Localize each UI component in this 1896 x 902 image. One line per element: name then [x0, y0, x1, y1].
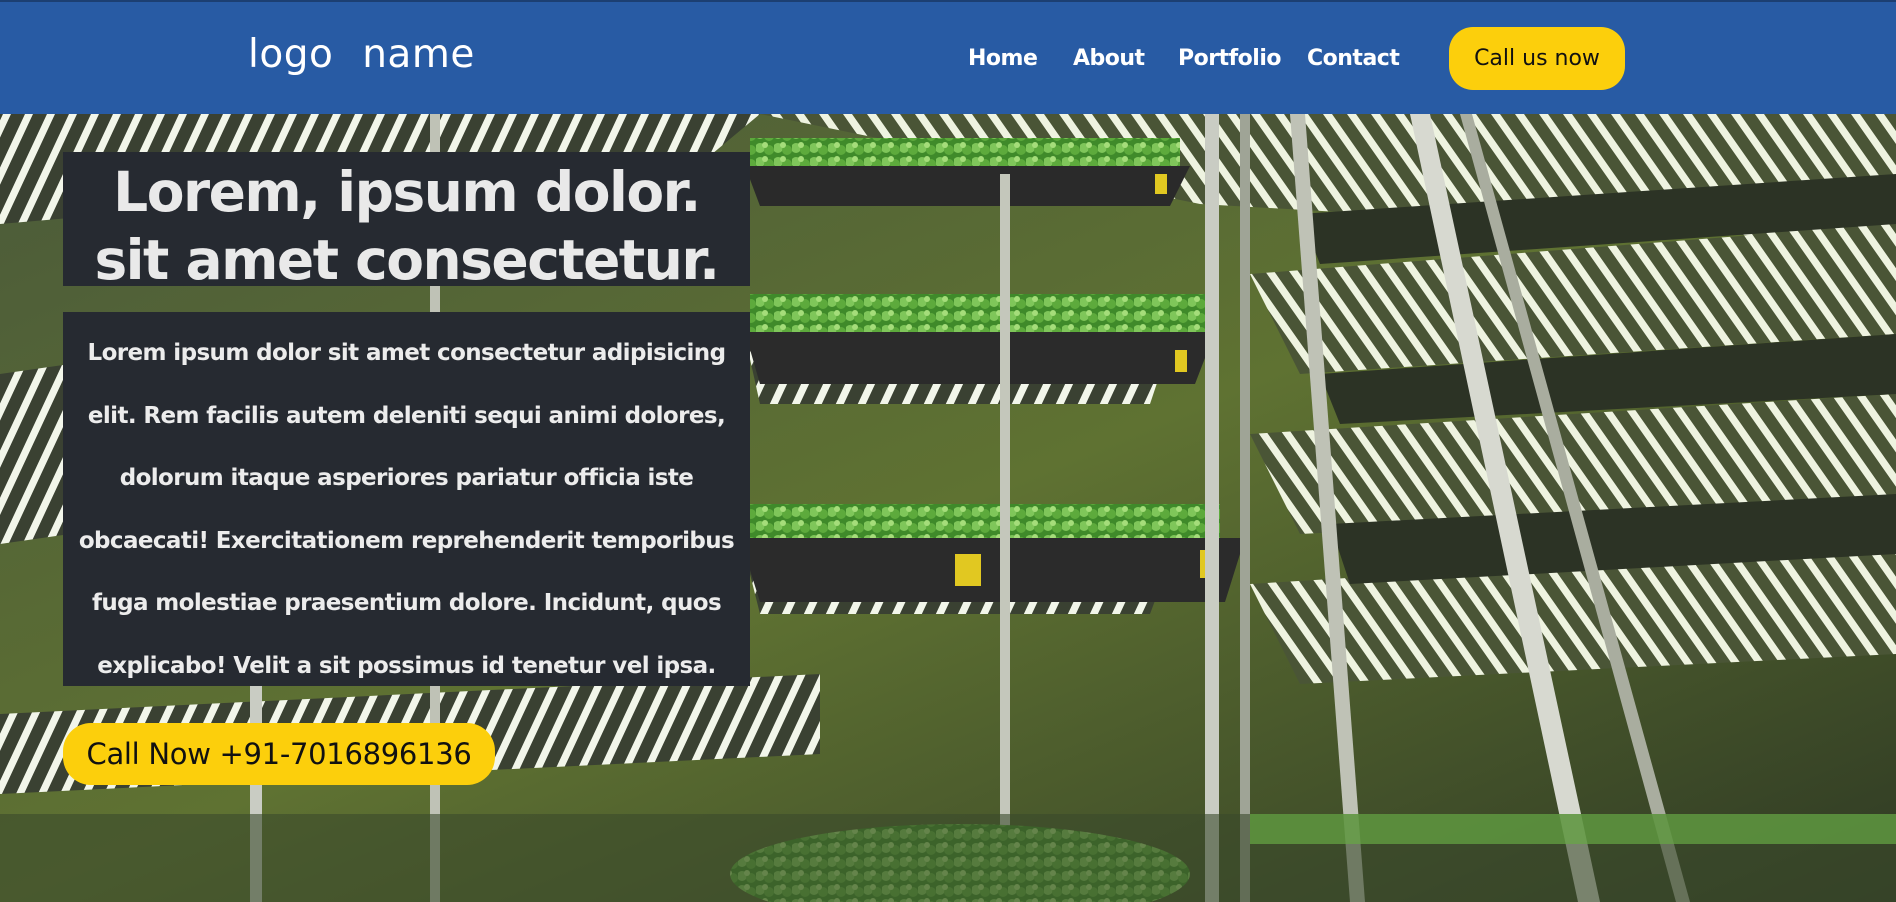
hero-headline-line2: sit amet consectetur. — [94, 228, 720, 292]
hero-description: Lorem ipsum dolor sit amet consectetur a… — [78, 340, 735, 679]
call-now-button[interactable]: Call Now +91-7016896136 — [63, 723, 495, 785]
headline-panel: Lorem, ipsum dolor. sit amet consectetur… — [63, 152, 750, 292]
nav-home[interactable]: Home — [968, 46, 1038, 71]
nav-contact[interactable]: Contact — [1307, 46, 1400, 71]
hero-headline-line1: Lorem, ipsum dolor. — [113, 160, 701, 224]
site-header: logo name Home About Portfolio Contact C… — [0, 0, 1896, 114]
logo[interactable]: logo name — [248, 32, 475, 77]
nav-about[interactable]: About — [1073, 46, 1145, 71]
description-panel: Lorem ipsum dolor sit amet consectetur a… — [63, 312, 750, 686]
hero-headline: Lorem, ipsum dolor. sit amet consectetur… — [63, 152, 750, 294]
call-us-now-button[interactable]: Call us now — [1449, 27, 1625, 90]
nav-portfolio[interactable]: Portfolio — [1178, 46, 1282, 71]
